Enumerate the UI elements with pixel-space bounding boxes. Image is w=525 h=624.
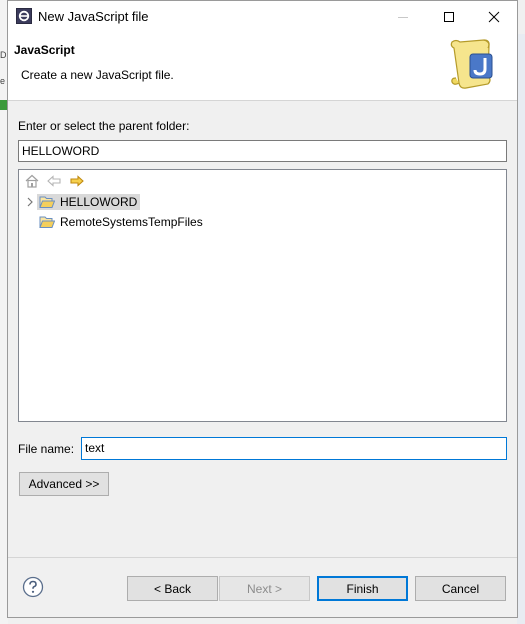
banner-title: JavaScript bbox=[14, 43, 75, 57]
file-name-input[interactable]: text bbox=[81, 437, 507, 460]
wizard-banner: JavaScript Create a new JavaScript file. bbox=[8, 32, 517, 101]
back-arrow-icon[interactable] bbox=[46, 173, 62, 189]
open-folder-icon bbox=[39, 216, 55, 228]
file-name-label: File name: bbox=[18, 442, 75, 456]
title-bar[interactable]: New JavaScript file bbox=[8, 1, 517, 32]
tree-item-label: HELLOWORD bbox=[60, 194, 138, 209]
tree-item-label: RemoteSystemsTempFiles bbox=[60, 214, 203, 229]
close-button[interactable] bbox=[471, 1, 517, 32]
background-fragment: e bbox=[0, 76, 6, 86]
help-icon[interactable] bbox=[22, 576, 44, 598]
footer-divider bbox=[8, 557, 517, 558]
folder-tree[interactable]: HELLOWORD RemoteSystemsTempFiles bbox=[18, 169, 507, 422]
background-fragment: D bbox=[0, 50, 7, 60]
expand-chevron-icon[interactable] bbox=[23, 192, 37, 211]
background-fragment-icon bbox=[0, 100, 7, 110]
maximize-icon bbox=[444, 11, 454, 22]
cancel-button[interactable]: Cancel bbox=[415, 576, 506, 601]
new-javascript-file-dialog: New JavaScript file JavaScript Create a … bbox=[7, 0, 518, 618]
back-button[interactable]: < Back bbox=[127, 576, 218, 601]
window-title: New JavaScript file bbox=[38, 9, 149, 24]
open-folder-icon bbox=[39, 196, 55, 208]
parent-folder-label: Enter or select the parent folder: bbox=[18, 119, 190, 133]
minimize-icon bbox=[398, 16, 408, 18]
tree-item-selection: HELLOWORD bbox=[37, 193, 141, 210]
eclipse-app-icon bbox=[16, 8, 32, 24]
finish-button[interactable]: Finish bbox=[317, 576, 408, 601]
parent-folder-input[interactable]: HELLOWORD bbox=[18, 140, 507, 162]
javascript-wizard-icon bbox=[450, 39, 493, 89]
close-icon bbox=[488, 11, 500, 22]
advanced-button[interactable]: Advanced >> bbox=[19, 472, 109, 496]
next-button[interactable]: Next > bbox=[219, 576, 310, 601]
background-window-right bbox=[517, 34, 525, 624]
tree-indent-spacer bbox=[23, 212, 37, 231]
forward-arrow-icon[interactable] bbox=[69, 173, 85, 189]
tree-item-helloword[interactable]: HELLOWORD bbox=[23, 192, 141, 211]
tree-item-remotesystemstempfiles[interactable]: RemoteSystemsTempFiles bbox=[23, 212, 206, 231]
home-icon[interactable] bbox=[24, 173, 40, 189]
tree-toolbar bbox=[19, 170, 506, 192]
minimize-button[interactable] bbox=[380, 1, 426, 32]
banner-description: Create a new JavaScript file. bbox=[21, 68, 174, 82]
maximize-button[interactable] bbox=[426, 1, 472, 32]
